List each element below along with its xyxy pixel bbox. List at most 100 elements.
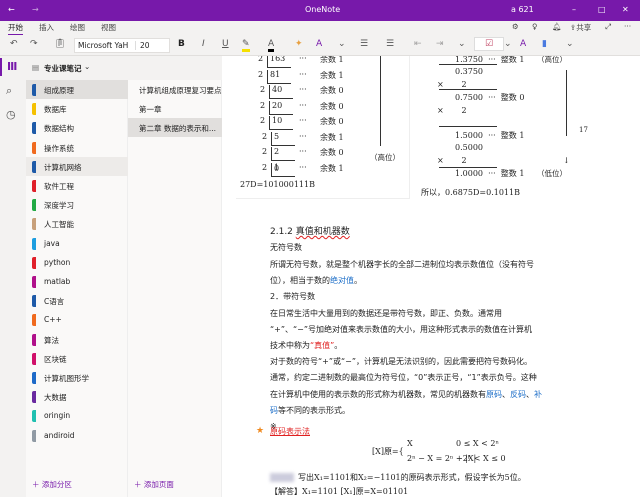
- styles-icon[interactable]: A: [316, 39, 322, 49]
- page-label: 计算机组成原理复习要点: [139, 86, 222, 95]
- section-color-tab: [32, 237, 36, 250]
- user-name[interactable]: a 621: [511, 5, 534, 14]
- division-bracket: [269, 116, 270, 130]
- notebook-picker[interactable]: ▤ 专业课笔记 ⌄: [26, 56, 222, 80]
- section-color-tab: [32, 333, 36, 346]
- search-icon[interactable]: ⌕: [6, 84, 12, 98]
- text-line: 在计算机中使用的表示数的形式称为机器数，常见的机器数有原码、反码、补: [270, 390, 542, 399]
- section-item[interactable]: 区块链: [26, 349, 128, 368]
- highlight-icon[interactable]: ✎: [242, 39, 250, 52]
- section-item[interactable]: 深度学习: [26, 195, 128, 214]
- maximize-button[interactable]: □: [598, 5, 606, 14]
- section-label: oringin: [44, 411, 71, 421]
- section-item[interactable]: 算法: [26, 330, 128, 349]
- section-item[interactable]: 人工智能: [26, 214, 128, 233]
- section-item[interactable]: 组成原理: [26, 80, 128, 99]
- bullet-list-icon[interactable]: ☰: [360, 39, 368, 49]
- forward-button[interactable]: →: [32, 5, 39, 14]
- more-icon[interactable]: ···: [624, 22, 631, 31]
- tab-insert[interactable]: 插入: [39, 22, 54, 33]
- notebooks-icon[interactable]: Ⅲ: [7, 60, 17, 73]
- calc-line: 0.5000: [455, 143, 483, 152]
- font-name-select[interactable]: Microsoft YaH 20: [74, 38, 170, 53]
- calc-line: 1.5000 ··· 整数 1: [455, 131, 525, 140]
- section-item[interactable]: oringin: [26, 406, 128, 425]
- bell-icon[interactable]: 🔔︎: [552, 22, 562, 31]
- section-item[interactable]: C++: [26, 310, 128, 329]
- spelling-icon[interactable]: A: [520, 39, 526, 49]
- add-section-label: 添加分区: [41, 480, 72, 489]
- section-label: 数据库: [44, 105, 67, 115]
- share-button[interactable]: ⇪共享: [570, 22, 591, 33]
- section-item[interactable]: 操作系统: [26, 138, 128, 157]
- ellipsis: ···: [299, 147, 307, 156]
- section-item[interactable]: 数据结构: [26, 118, 128, 137]
- chevron-down-icon[interactable]: ⌄: [458, 39, 466, 49]
- section-label: 数据结构: [44, 124, 74, 134]
- recent-clock-icon[interactable]: ◷: [6, 108, 16, 121]
- chevron-down-icon[interactable]: ⌄: [504, 39, 512, 49]
- chevron-down-icon[interactable]: ⌄: [338, 39, 346, 49]
- back-button[interactable]: ←: [8, 5, 15, 14]
- remainder: 余数 1: [320, 70, 344, 80]
- calc-line: 1.0000 ··· 整数 1: [455, 169, 525, 178]
- section-item[interactable]: 大数据: [26, 387, 128, 406]
- page-item[interactable]: 第二章 数据的表示和...: [128, 118, 222, 138]
- font-color-button[interactable]: A: [268, 39, 275, 52]
- division-line: [271, 144, 295, 146]
- font-size-select[interactable]: 20: [135, 41, 150, 50]
- division-bracket: [269, 85, 270, 99]
- calc-line: × 2: [437, 156, 467, 165]
- divisor: 2: [258, 56, 264, 63]
- format-painter-icon[interactable]: ✦: [295, 39, 303, 49]
- section-item[interactable]: 计算机图形学: [26, 368, 128, 387]
- chevron-down-icon[interactable]: ⌄: [566, 39, 574, 49]
- lightbulb-icon[interactable]: ♀: [532, 22, 538, 31]
- rail-selection-indicator: [0, 58, 2, 76]
- tab-draw[interactable]: 绘图: [70, 22, 85, 33]
- section-item[interactable]: matlab: [26, 272, 128, 291]
- indent-icon[interactable]: ⇥: [436, 39, 444, 49]
- section-color-tab: [32, 372, 36, 384]
- page-item[interactable]: 计算机组成原理复习要点: [128, 80, 222, 99]
- clipboard-icon[interactable]: 📋︎: [54, 39, 65, 49]
- calc-line: × 2: [437, 106, 467, 115]
- add-section-button[interactable]: ＋ 添加分区: [32, 479, 72, 490]
- tab-view[interactable]: 视图: [101, 22, 116, 33]
- section-item[interactable]: C语言: [26, 291, 128, 310]
- section-item[interactable]: 计算机网络: [26, 156, 128, 176]
- bold-button[interactable]: B: [178, 39, 185, 49]
- page-list: 计算机组成原理复习要点第一章 第二章 数据的表示和...: [128, 80, 222, 497]
- sensitivity-icon[interactable]: ⚙: [512, 22, 519, 31]
- redo-icon[interactable]: ↷: [30, 39, 38, 49]
- undo-icon[interactable]: ↶: [10, 39, 18, 49]
- close-button[interactable]: ✕: [622, 5, 629, 14]
- add-page-button[interactable]: ＋ 添加页面: [134, 479, 174, 490]
- section-item[interactable]: java: [26, 234, 128, 253]
- section-item[interactable]: python: [26, 253, 128, 272]
- text-line: 无符号数: [270, 243, 302, 252]
- expand-icon[interactable]: ⤢: [605, 22, 611, 32]
- page-item[interactable]: 第一章: [128, 99, 222, 118]
- minimize-button[interactable]: –: [572, 5, 576, 14]
- underline-button[interactable]: U: [222, 39, 229, 49]
- nav-rail: Ⅲ ⌕ ◷: [0, 56, 26, 497]
- tab-home[interactable]: 开始: [8, 22, 23, 36]
- outdent-icon[interactable]: ⇤: [414, 39, 422, 49]
- star-title[interactable]: 原码表示法: [270, 426, 310, 437]
- section-label: 计算机网络: [44, 162, 82, 172]
- section-item[interactable]: andiroid: [26, 426, 128, 445]
- section-item[interactable]: 数据库: [26, 99, 128, 118]
- dictate-icon[interactable]: ▮: [542, 39, 547, 49]
- section-item[interactable]: 软件工程: [26, 176, 128, 195]
- quotient: 10: [272, 116, 283, 125]
- italic-button[interactable]: I: [202, 39, 205, 49]
- answer-text: 【解答】X₁=1101 [X₁]原=X=01101: [270, 487, 409, 496]
- remainder: 余数 0: [320, 117, 344, 126]
- quotient: 5: [274, 131, 280, 141]
- division-bracket: [269, 100, 270, 115]
- calc-rule: [439, 64, 497, 65]
- numbered-list-icon[interactable]: ☰: [386, 39, 394, 49]
- page-content[interactable]: 2 163 ··· 余数 1 2 81 ··· 余数 1 2 40 ··· 余数 0…: [222, 56, 640, 497]
- todo-tag-button[interactable]: ☑: [474, 37, 505, 51]
